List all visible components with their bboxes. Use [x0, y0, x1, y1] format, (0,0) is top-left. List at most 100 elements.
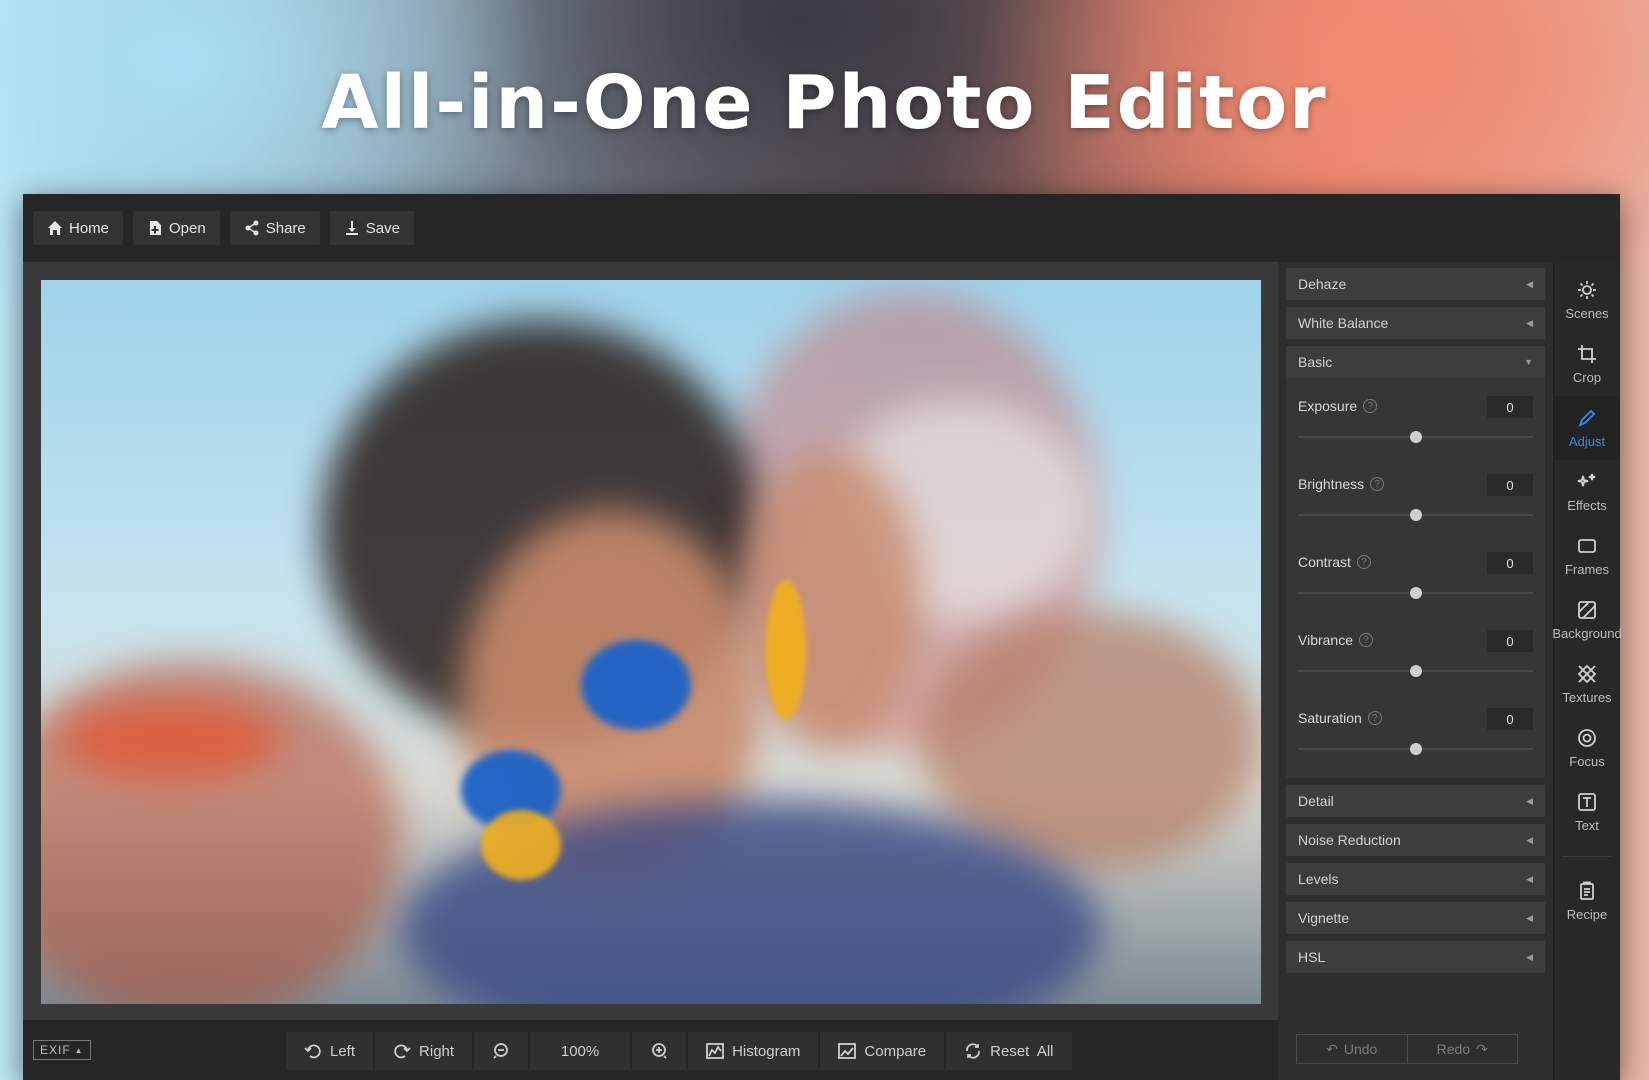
help-icon[interactable]: ? [1356, 555, 1371, 569]
recipe-icon [1580, 881, 1594, 900]
collapse-arrow-icon: ◀ [1526, 951, 1533, 962]
slider-thumb[interactable] [1409, 587, 1422, 599]
redo-button[interactable]: Redo ↷ [1406, 1035, 1518, 1063]
adjustment-brightness: Brightness? 0 [1286, 460, 1545, 538]
rail-label: Adjust [1568, 433, 1606, 449]
undo-icon: ↶ [1326, 1040, 1338, 1057]
collapse-arrow-icon: ◀ [1526, 834, 1533, 845]
help-icon[interactable]: ? [1359, 633, 1374, 647]
zoom-in-icon [652, 1043, 667, 1059]
compare-button[interactable]: Compare [820, 1032, 945, 1070]
adjustment-contrast: Contrast? 0 [1286, 538, 1545, 616]
reset-all-label: Reset All [990, 1042, 1054, 1060]
rail-item-crop[interactable]: Crop [1554, 332, 1620, 396]
rotate-left-label: Left [330, 1042, 356, 1060]
photo-editor-window: Home Open Share Save EXIF ▲ Left Right 1… [23, 194, 1622, 1080]
rail-item-text[interactable]: Text [1554, 780, 1620, 844]
sun-icon [1578, 280, 1596, 299]
contrast-value[interactable]: 0 [1487, 552, 1533, 574]
section-label: Basic [1298, 354, 1333, 370]
rotate-right-label: Right [419, 1042, 455, 1060]
rail-item-focus[interactable]: Focus [1554, 716, 1620, 780]
rail-item-background[interactable]: Background [1552, 588, 1622, 652]
zoom-in-button[interactable] [632, 1032, 687, 1070]
save-button[interactable]: Save [329, 211, 414, 245]
open-button[interactable]: Open [133, 211, 220, 245]
brightness-value[interactable]: 0 [1487, 474, 1533, 496]
reset-all-button[interactable]: Reset All [946, 1032, 1072, 1070]
section-vignette[interactable]: Vignette ◀ [1286, 902, 1545, 934]
section-dehaze[interactable]: Dehaze ◀ [1286, 268, 1545, 300]
hero-title: All-in-One Photo Editor [321, 60, 1328, 146]
rail-label: Background [1552, 625, 1622, 641]
section-label: Levels [1298, 871, 1339, 887]
view-controls: Left Right 100% Histogram Compare Reset … [286, 1032, 1072, 1070]
rotate-right-button[interactable]: Right [375, 1032, 473, 1070]
share-button[interactable]: Share [229, 211, 320, 245]
section-label: Noise Reduction [1298, 832, 1401, 848]
rail-item-recipe[interactable]: Recipe [1554, 869, 1620, 933]
rail-label: Text [1575, 817, 1599, 833]
rail-label: Focus [1569, 753, 1605, 769]
home-icon [48, 221, 62, 235]
rail-item-adjust[interactable]: Adjust [1554, 396, 1620, 460]
adjustment-vibrance: Vibrance? 0 [1286, 616, 1545, 694]
section-hsl[interactable]: HSL ◀ [1286, 941, 1545, 973]
slider-thumb[interactable] [1409, 431, 1422, 443]
help-icon[interactable]: ? [1363, 399, 1378, 413]
caret-up-icon: ▲ [74, 1045, 84, 1055]
compare-label: Compare [864, 1042, 927, 1060]
section-label: Detail [1298, 793, 1334, 809]
section-noise-reduction[interactable]: Noise Reduction ◀ [1286, 824, 1545, 856]
section-basic[interactable]: Basic ▼ [1286, 346, 1545, 378]
vibrance-value[interactable]: 0 [1487, 630, 1533, 652]
zoom-out-button[interactable] [474, 1032, 529, 1070]
zoom-level[interactable]: 100% [530, 1032, 631, 1070]
collapse-arrow-icon: ◀ [1526, 873, 1533, 884]
bottom-toolbar: EXIF ▲ Left Right 100% Histogram Compare… [23, 1020, 1278, 1080]
home-button[interactable]: Home [33, 211, 124, 245]
adjustment-label: Brightness [1298, 476, 1365, 492]
rail-label: Scenes [1565, 305, 1609, 321]
compare-icon [838, 1043, 857, 1059]
adjustment-label: Saturation [1298, 710, 1362, 726]
help-icon[interactable]: ? [1367, 711, 1382, 725]
section-levels[interactable]: Levels ◀ [1286, 863, 1545, 895]
pencil-icon [1578, 409, 1596, 427]
redo-label: Redo [1436, 1041, 1471, 1057]
slider-thumb[interactable] [1409, 665, 1422, 677]
slider-thumb[interactable] [1409, 743, 1422, 755]
texture-icon [1577, 664, 1597, 683]
histogram-icon [706, 1043, 724, 1059]
help-icon[interactable]: ? [1370, 477, 1385, 491]
section-detail[interactable]: Detail ◀ [1286, 785, 1545, 817]
download-icon [345, 221, 358, 235]
undo-label: Undo [1343, 1041, 1378, 1057]
undo-redo-group: ↶ Undo Redo ↷ [1296, 1034, 1518, 1064]
exif-label: EXIF [40, 1043, 71, 1057]
section-white-balance[interactable]: White Balance ◀ [1286, 307, 1545, 339]
section-label: HSL [1298, 949, 1326, 965]
rail-divider [1562, 856, 1612, 857]
section-label: Dehaze [1298, 276, 1347, 292]
adjustment-label: Vibrance [1298, 632, 1354, 648]
adjustment-label: Exposure [1298, 398, 1358, 414]
slider-thumb[interactable] [1409, 509, 1422, 521]
expand-arrow-icon: ▼ [1524, 357, 1533, 367]
exposure-value[interactable]: 0 [1487, 396, 1533, 418]
background-icon [1578, 600, 1596, 619]
rail-item-scenes[interactable]: Scenes [1554, 268, 1620, 332]
rail-item-textures[interactable]: Textures [1554, 652, 1620, 716]
rail-item-frames[interactable]: Frames [1554, 524, 1620, 588]
histogram-button[interactable]: Histogram [688, 1032, 819, 1070]
text-icon [1578, 792, 1596, 811]
saturation-value[interactable]: 0 [1487, 708, 1533, 730]
exif-toggle[interactable]: EXIF ▲ [33, 1040, 91, 1060]
rotate-left-button[interactable]: Left [286, 1032, 374, 1070]
rail-item-effects[interactable]: Effects [1554, 460, 1620, 524]
home-label: Home [69, 219, 110, 237]
undo-button[interactable]: ↶ Undo [1297, 1035, 1407, 1063]
photo-canvas[interactable] [41, 280, 1261, 1004]
basic-adjustments: Exposure? 0 Brightness? 0 Contrast? 0 Vi… [1286, 378, 1545, 778]
reset-icon [966, 1043, 981, 1059]
